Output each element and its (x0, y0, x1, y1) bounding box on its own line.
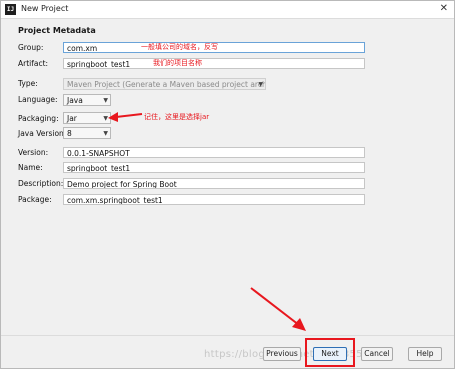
packaging-arrow-icon (108, 112, 143, 122)
next-arrow-icon (250, 287, 306, 331)
annotation-overlay (108, 112, 306, 331)
